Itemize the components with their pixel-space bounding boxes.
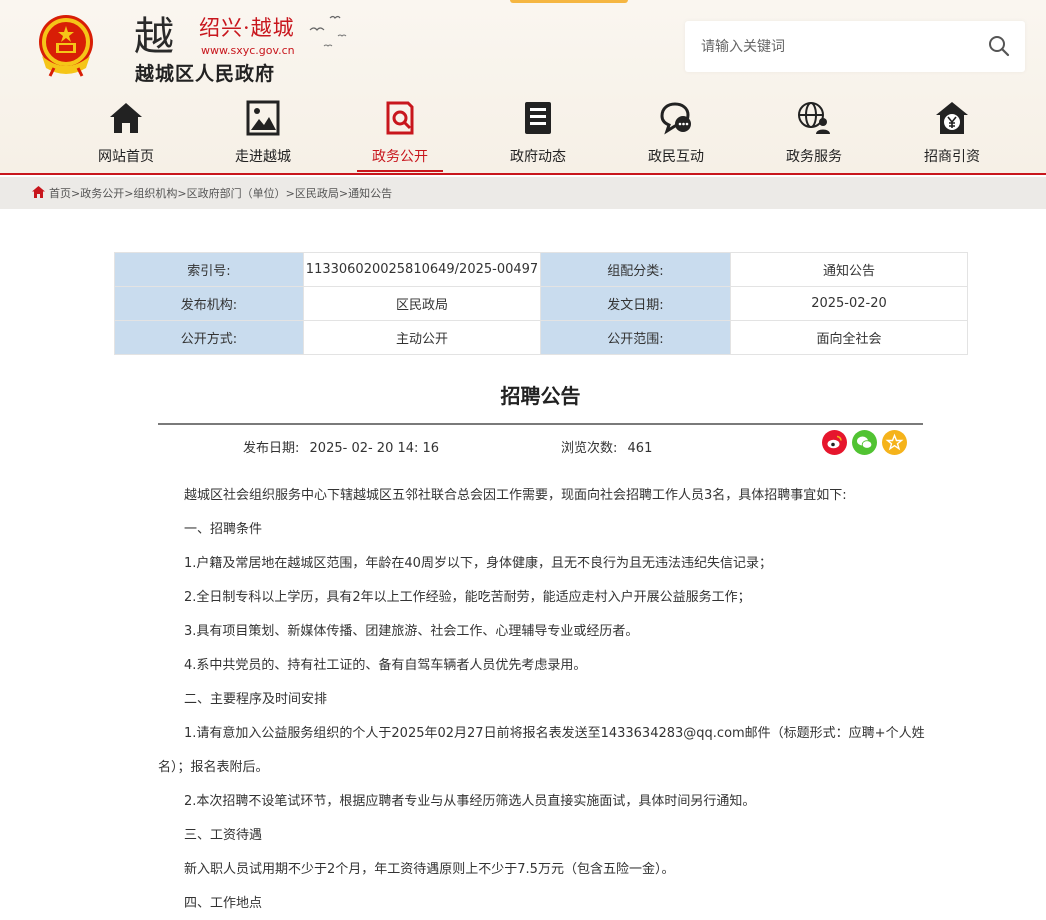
table-row: 索引号: 113306020025810649/2025-00497 组配分类:… [114, 252, 968, 287]
category-value: 通知公告 [730, 252, 968, 287]
calligraphy-logo-icon: 越 [134, 14, 174, 58]
article-paragraph: 2.本次招聘不设笔试环节，根据应聘者专业与从事经历筛选人员直接实施面试，具体时间… [184, 794, 756, 809]
nav-label: 网站首页 [98, 149, 154, 165]
document-search-icon [386, 101, 414, 135]
nav-label: 政民互动 [648, 149, 704, 165]
table-row: 公开方式: 主动公开 公开范围: 面向全社会 [114, 320, 968, 355]
table-row: 发布机构: 区民政局 发文日期: 2025-02-20 [114, 286, 968, 321]
index-value: 113306020025810649/2025-00497 [303, 252, 541, 287]
nav-label: 政务公开 [372, 149, 428, 165]
org-value: 区民政局 [303, 286, 541, 321]
article-heading: 一、招聘条件 [184, 522, 263, 537]
article-paragraph: 名）；报名表附后。 [158, 760, 269, 775]
picture-icon [246, 100, 280, 136]
article-paragraph: 2.全日制专科以上学历，具有2年以上工作经验，能吃苦耐劳，能适应走村入户开展公益… [184, 590, 751, 605]
view-count-label: 浏览次数: [561, 441, 618, 456]
article-paragraph: 1.请有意加入公益服务组织的个人于2025年02月27日前将报名表发送至1433… [184, 726, 925, 741]
home-icon[interactable] [32, 186, 45, 198]
index-label: 索引号: [114, 252, 304, 287]
publish-date-value: 2025- 02- 20 14: 16 [309, 441, 440, 456]
nav-item-home[interactable]: 网站首页 [71, 96, 181, 174]
article-heading: 二、主要程序及时间安排 [184, 692, 328, 707]
site-name: 越城区人民政府 [135, 63, 276, 85]
nav-item-interaction[interactable]: 政民互动 [621, 96, 731, 174]
publish-date-label: 发布日期: [243, 441, 300, 456]
date-label: 发文日期: [540, 286, 731, 321]
nav-label: 走进越城 [235, 149, 291, 165]
star-icon [882, 430, 907, 455]
nav-label: 政府动态 [510, 149, 566, 165]
share-wechat-button[interactable] [852, 430, 877, 455]
globe-user-icon [798, 102, 830, 134]
breadcrumb: 首页>政务公开>组织机构>区政府部门（单位）>区民政局>通知公告 [0, 177, 1046, 209]
wechat-icon [852, 430, 877, 455]
article-paragraph: 1.户籍及常居地在越城区范围，年龄在40周岁以下，身体健康，且无不良行为且无违法… [184, 556, 772, 571]
article-heading: 四、工作地点 [184, 896, 263, 911]
yuan-house-icon [936, 102, 968, 134]
view-count: 浏览次数: 461 [561, 437, 652, 456]
news-list-icon [525, 102, 551, 134]
scope-value: 面向全社会 [730, 320, 968, 355]
nav-item-gov-news[interactable]: 政府动态 [483, 96, 593, 174]
search-input[interactable] [701, 35, 971, 59]
birds-decoration-icon [309, 15, 347, 47]
breadcrumb-path[interactable]: 首页>政务公开>组织机构>区政府部门（单位）>区民政局>通知公告 [49, 185, 392, 201]
logo-char-text: 越 [134, 14, 174, 58]
nav-item-investment[interactable]: 招商引资 [897, 96, 1007, 174]
date-value: 2025-02-20 [730, 286, 968, 321]
top-tab-indicator[interactable] [510, 0, 628, 3]
article-paragraph: 越城区社会组织服务中心下辖越城区五邻社联合总会因工作需要，现面向社会招聘工作人员… [184, 488, 847, 503]
home-icon [110, 103, 142, 133]
category-label: 组配分类: [540, 252, 731, 287]
scope-label: 公开范围: [540, 320, 731, 355]
chat-bubbles-icon [660, 102, 691, 135]
nav-label: 政务服务 [786, 149, 842, 165]
info-meta-table: 索引号: 113306020025810649/2025-00497 组配分类:… [114, 252, 968, 355]
national-emblem-icon [39, 15, 93, 77]
article-paragraph: 新入职人员试用期不少于2个月，年工资待遇原则上不少于7.5万元（包含五险一金）。 [184, 862, 675, 877]
nav-item-about[interactable]: 走进越城 [208, 96, 318, 174]
method-label: 公开方式: [114, 320, 304, 355]
nav-item-gov-affairs[interactable]: 政务公开 [345, 96, 455, 174]
article-heading: 三、工资待遇 [184, 828, 263, 843]
search-box [685, 21, 1025, 72]
share-weibo-button[interactable] [822, 430, 847, 455]
title-divider [158, 423, 923, 425]
article-paragraph: 4.系中共党员的、持有社工证的、备有自驾车辆者人员优先考虑录用。 [184, 658, 587, 673]
weibo-icon [822, 430, 847, 455]
site-header: 越 绍兴·越城 www.sxyc.gov.cn 越城区人民政府 网站首页 走进越… [0, 0, 1046, 175]
search-icon[interactable] [987, 34, 1011, 58]
favorite-button[interactable] [882, 430, 907, 455]
nav-label: 招商引资 [924, 149, 980, 165]
brand-url: www.sxyc.gov.cn [201, 44, 295, 57]
publish-date: 发布日期: 2025- 02- 20 14: 16 [243, 437, 439, 456]
nav-item-services[interactable]: 政务服务 [759, 96, 869, 174]
org-label: 发布机构: [114, 286, 304, 321]
article-paragraph: 3.具有项目策划、新媒体传播、团建旅游、社会工作、心理辅导专业或经历者。 [184, 624, 639, 639]
method-value: 主动公开 [303, 320, 541, 355]
brand-name: 绍兴·越城 [199, 16, 295, 40]
article-title: 招聘公告 [500, 384, 581, 408]
view-count-value: 461 [627, 441, 653, 456]
